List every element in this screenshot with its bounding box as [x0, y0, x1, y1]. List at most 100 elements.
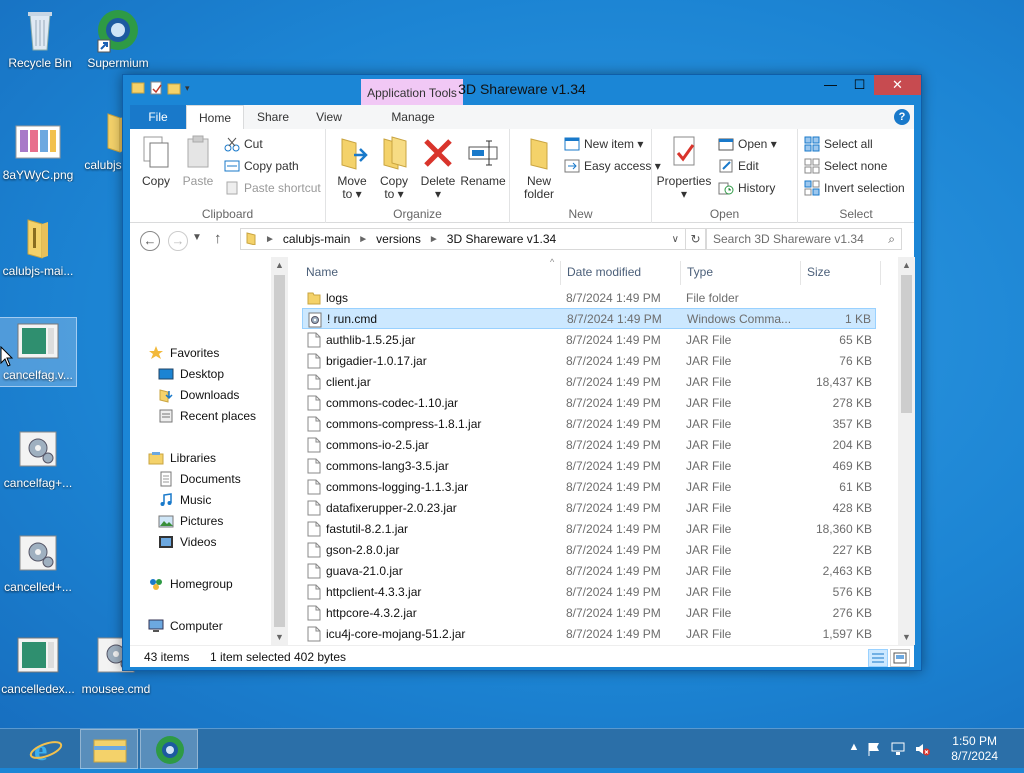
search-input[interactable]: Search 3D Shareware v1.34 ⌕ — [706, 228, 902, 250]
move-to-button[interactable]: Move to ▾ — [332, 135, 372, 201]
refresh-button[interactable]: ↻ — [686, 228, 706, 250]
file-row[interactable]: httpclient-4.3.3.jar 8/7/2024 1:49 PM JAR … — [302, 581, 876, 602]
paste-shortcut-button[interactable]: Paste shortcut — [224, 178, 321, 198]
paste-button[interactable]: Paste — [178, 135, 218, 188]
file-row[interactable]: authlib-1.5.25.jar 8/7/2024 1:49 PM JAR Fi… — [302, 329, 876, 350]
large-icons-view-button[interactable] — [890, 649, 910, 667]
file-row[interactable]: commons-compress-1.8.1.jar 8/7/2024 1:49 … — [302, 413, 876, 434]
open-button[interactable]: Open ▾ — [718, 134, 777, 154]
tab-share[interactable]: Share — [246, 105, 300, 129]
scroll-up-icon[interactable]: ▲ — [271, 257, 288, 273]
file-list-scrollbar[interactable]: ▲ ▼ — [898, 257, 915, 645]
nav-pane-scrollbar[interactable]: ▲ ▼ — [271, 257, 288, 645]
column-header-date[interactable]: Date modified — [567, 265, 641, 279]
desktop-icon-supermium[interactable]: Supermium — [80, 6, 156, 70]
file-row[interactable]: client.jar 8/7/2024 1:49 PM JAR File 18,437… — [302, 371, 876, 392]
file-row[interactable]: commons-io-2.5.jar 8/7/2024 1:49 PM JAR Fi… — [302, 434, 876, 455]
file-row[interactable]: gson-2.8.0.jar 8/7/2024 1:49 PM JAR File 22… — [302, 539, 876, 560]
address-dropdown-icon[interactable]: ∨ — [672, 234, 685, 245]
column-divider[interactable] — [680, 261, 681, 285]
new-folder-button[interactable]: New folder — [516, 135, 562, 201]
properties-button[interactable]: Properties ▾ — [656, 135, 712, 201]
nav-downloads[interactable]: Downloads — [158, 385, 239, 405]
column-header-name[interactable]: Name — [306, 265, 338, 279]
easy-access-button[interactable]: Easy access ▾ — [564, 156, 661, 176]
taskbar-file-explorer[interactable] — [80, 729, 138, 769]
forward-button[interactable]: → — [168, 231, 188, 251]
nav-music[interactable]: Music — [158, 490, 211, 510]
taskbar-internet-explorer[interactable]: e — [18, 729, 76, 769]
scroll-up-icon[interactable]: ▲ — [898, 257, 915, 273]
file-row[interactable]: commons-logging-1.1.3.jar 8/7/2024 1:49 P… — [302, 476, 876, 497]
nav-libraries[interactable]: Libraries — [148, 448, 216, 468]
desktop-icon-calubjs-zip[interactable]: calubjs-mai... — [0, 214, 76, 278]
scroll-down-icon[interactable]: ▼ — [898, 629, 915, 645]
desktop-icon-cancelfag-plus[interactable]: cancelfag+... — [0, 426, 76, 490]
details-view-button[interactable] — [868, 649, 888, 667]
nav-recent-places[interactable]: Recent places — [158, 406, 256, 426]
file-row[interactable]: fastutil-8.2.1.jar 8/7/2024 1:49 PM JAR Fi… — [302, 518, 876, 539]
column-header-type[interactable]: Type — [687, 265, 713, 279]
nav-homegroup[interactable]: Homegroup — [148, 574, 233, 594]
tab-manage[interactable]: Manage — [362, 105, 464, 129]
clock[interactable]: 1:50 PM 8/7/2024 — [951, 734, 998, 764]
title-bar[interactable]: ▾ Application Tools 3D Shareware v1.34 —… — [123, 75, 921, 105]
breadcrumb-item[interactable]: versions — [372, 232, 425, 246]
edit-button[interactable]: Edit — [718, 156, 759, 176]
file-row[interactable]: ! run.cmd 8/7/2024 1:49 PM Windows Comma..… — [302, 308, 876, 329]
file-row[interactable]: logs 8/7/2024 1:49 PM File folder — [302, 287, 876, 308]
file-row[interactable]: icu4j-core-mojang-51.2.jar 8/7/2024 1:49 … — [302, 623, 876, 644]
volume-muted-icon[interactable] — [914, 741, 930, 757]
desktop-icon-recycle-bin[interactable]: Recycle Bin — [2, 6, 78, 70]
rename-button[interactable]: Rename — [460, 135, 506, 188]
delete-button[interactable]: Delete ▾ — [418, 135, 458, 201]
back-button[interactable]: ← — [140, 231, 160, 251]
help-button[interactable]: ? — [894, 109, 910, 125]
breadcrumb-item[interactable]: calubjs-main — [279, 232, 354, 246]
history-button[interactable]: History — [718, 178, 775, 198]
select-all-button[interactable]: Select all — [804, 134, 873, 154]
column-divider[interactable] — [560, 261, 561, 285]
copy-to-button[interactable]: Copy to ▾ — [374, 135, 414, 201]
file-row[interactable]: guava-21.0.jar 8/7/2024 1:49 PM JAR File 2,… — [302, 560, 876, 581]
file-row[interactable]: datafixerupper-2.0.23.jar 8/7/2024 1:49 P… — [302, 497, 876, 518]
nav-favorites[interactable]: Favorites — [148, 343, 219, 363]
desktop-icon-png[interactable]: 8aYWyC.png — [0, 118, 76, 182]
tab-home[interactable]: Home — [186, 105, 244, 129]
copy-path-button[interactable]: Copy path — [224, 156, 299, 176]
up-button[interactable]: ↑ — [214, 230, 222, 247]
show-hidden-icons-chevron-icon[interactable]: ▲ — [846, 741, 862, 757]
flag-icon[interactable] — [866, 741, 882, 757]
close-button[interactable]: ✕ — [874, 75, 921, 95]
breadcrumb-item[interactable]: 3D Shareware v1.34 — [443, 232, 560, 246]
maximize-button[interactable]: ☐ — [845, 75, 874, 95]
select-none-button[interactable]: Select none — [804, 156, 887, 176]
scroll-down-icon[interactable]: ▼ — [271, 629, 288, 645]
scrollbar-thumb[interactable] — [901, 275, 912, 413]
nav-documents[interactable]: Documents — [158, 469, 241, 489]
column-header-size[interactable]: Size — [807, 265, 830, 279]
address-bar[interactable]: ► calubjs-main ► versions ► 3D Shareware… — [240, 228, 686, 250]
file-row[interactable]: brigadier-1.0.17.jar 8/7/2024 1:49 PM JAR … — [302, 350, 876, 371]
desktop-icon-cancelledex[interactable]: cancelledex... — [0, 632, 76, 696]
column-divider[interactable] — [800, 261, 801, 285]
file-row[interactable]: httpcore-4.3.2.jar 8/7/2024 1:49 PM JAR Fi… — [302, 602, 876, 623]
tab-view[interactable]: View — [302, 105, 356, 129]
recent-locations-dropdown[interactable]: ▼ — [192, 232, 202, 243]
file-row[interactable]: commons-codec-1.10.jar 8/7/2024 1:49 PM JA… — [302, 392, 876, 413]
column-divider[interactable] — [880, 261, 881, 285]
taskbar-supermium[interactable] — [140, 729, 198, 769]
scrollbar-thumb[interactable] — [274, 275, 285, 627]
nav-videos[interactable]: Videos — [158, 532, 216, 552]
file-row[interactable]: commons-lang3-3.5.jar 8/7/2024 1:49 PM JAR… — [302, 455, 876, 476]
copy-button[interactable]: Copy — [136, 135, 176, 188]
new-item-button[interactable]: New item ▾ — [564, 134, 643, 154]
tab-file[interactable]: File — [130, 105, 186, 129]
network-icon[interactable] — [890, 741, 906, 757]
invert-selection-button[interactable]: Invert selection — [804, 178, 905, 198]
nav-pictures[interactable]: Pictures — [158, 511, 223, 531]
desktop-icon-cancelled-plus[interactable]: cancelled+... — [0, 530, 76, 594]
nav-computer[interactable]: Computer — [148, 616, 223, 636]
minimize-button[interactable]: — — [816, 75, 845, 95]
cut-button[interactable]: Cut — [224, 134, 263, 154]
